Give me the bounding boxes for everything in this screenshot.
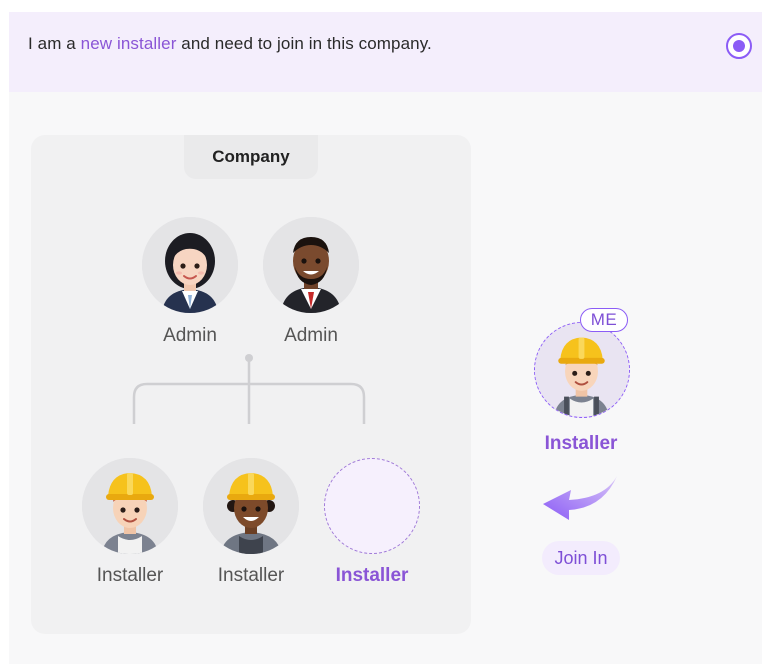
option-text-start: I am a <box>28 34 81 53</box>
me-badge: ME <box>580 308 628 332</box>
option-text-highlight: new installer <box>80 34 177 53</box>
admin-label: Admin <box>284 325 338 346</box>
join-in-button[interactable]: Join In <box>542 541 620 575</box>
radio-selected-dot <box>733 40 745 52</box>
installer-avatar-me <box>534 322 630 418</box>
option-radio-button[interactable] <box>726 33 752 59</box>
installer-label: Installer <box>96 565 164 586</box>
page: I am a new installer and need to join in… <box>9 12 762 664</box>
join-option-banner[interactable]: I am a new installer and need to join in… <box>9 12 762 92</box>
me-role-label: Installer <box>544 433 618 454</box>
installer-avatar-redhair <box>82 458 178 554</box>
org-tree-connectors <box>132 354 366 424</box>
empty-installer-slot <box>324 458 420 554</box>
admin-label: Admin <box>163 325 217 346</box>
company-card: Company Admin Admin Installer Installer … <box>31 135 471 634</box>
female-admin-avatar <box>142 217 238 313</box>
join-arrow-icon <box>543 476 617 520</box>
option-description: I am a new installer and need to join in… <box>28 34 432 54</box>
male-admin-avatar <box>263 217 359 313</box>
installer-label: Installer <box>217 565 285 586</box>
new-installer-label: Installer <box>335 565 409 586</box>
installer-avatar-curly <box>203 458 299 554</box>
option-text-end: and need to join in this company. <box>176 34 432 53</box>
